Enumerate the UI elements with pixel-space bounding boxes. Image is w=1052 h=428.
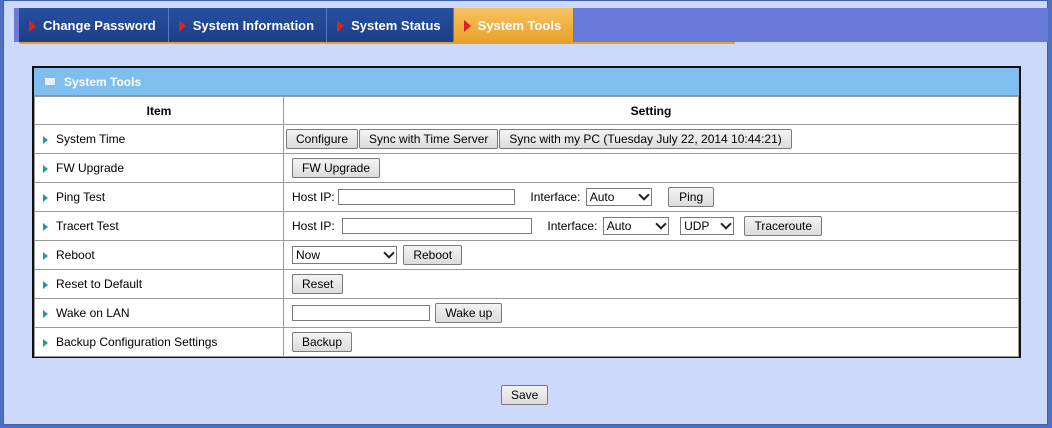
row-setting-cell: FW Upgrade: [283, 153, 1019, 183]
select-value: Now: [296, 248, 321, 262]
select-value: Auto: [606, 219, 632, 233]
reset-button[interactable]: Reset: [292, 274, 344, 294]
tracert-protocol-select[interactable]: UDP: [680, 217, 735, 235]
fw-upgrade-button[interactable]: FW Upgrade: [292, 158, 381, 178]
sync-time-server-button[interactable]: Sync with Time Server: [359, 129, 499, 149]
row-label-cell: Ping Test: [34, 182, 284, 212]
chevron-down-icon: [383, 247, 395, 259]
tab-underline: [19, 42, 735, 44]
tab-label: System Tools: [477, 17, 562, 33]
configure-button[interactable]: Configure: [286, 129, 359, 149]
tab-system-information[interactable]: System Information: [168, 8, 328, 42]
tab-label: System Status: [351, 17, 441, 33]
interface-label: Interface:: [547, 219, 598, 233]
row-setting-cell: Wake up: [283, 298, 1019, 328]
tracert-host-input[interactable]: [342, 218, 533, 234]
chevron-down-icon: [720, 218, 732, 230]
arrow-right-icon: [43, 222, 48, 231]
row-label: FW Upgrade: [56, 161, 125, 175]
save-button[interactable]: Save: [501, 385, 549, 405]
table-row: Wake on LAN Wake up: [34, 298, 1019, 328]
arrow-right-icon: [43, 338, 48, 347]
row-label-cell: System Time: [34, 124, 284, 154]
wake-up-button[interactable]: Wake up: [435, 303, 503, 323]
arrow-right-icon: [43, 164, 48, 173]
row-label: Tracert Test: [56, 219, 119, 233]
tab-label: Change Password: [43, 17, 156, 33]
row-setting-cell: Host IP: Interface: Auto UDP Traceroute: [283, 211, 1019, 241]
table-header-row: Item Setting: [34, 96, 1019, 125]
interface-label: Interface:: [530, 190, 581, 204]
table-row: Reset to Default Reset: [34, 269, 1019, 299]
arrow-right-icon: [43, 309, 48, 318]
row-label-cell: Backup Configuration Settings: [34, 327, 284, 357]
wake-on-lan-input[interactable]: [292, 305, 430, 321]
sync-with-pc-button[interactable]: Sync with my PC (Tuesday July 22, 2014 1…: [499, 129, 792, 149]
row-label: Backup Configuration Settings: [56, 335, 218, 349]
chevron-down-icon: [655, 218, 667, 230]
row-setting-cell: Backup: [283, 327, 1019, 357]
table-row: Backup Configuration Settings Backup: [34, 327, 1019, 357]
arrow-right-icon: [43, 251, 48, 260]
system-tools-panel: System Tools Item Setting System Time Co…: [32, 66, 1021, 358]
row-label: Wake on LAN: [56, 306, 130, 320]
table-row: Reboot Now Reboot: [34, 240, 1019, 270]
tab-system-status[interactable]: System Status: [327, 8, 454, 42]
row-setting-cell: Configure Sync with Time Server Sync with …: [283, 124, 1019, 154]
tracert-interface-select[interactable]: Auto: [602, 217, 669, 235]
reboot-when-select[interactable]: Now: [292, 246, 397, 264]
panel-icon: [44, 77, 56, 86]
row-label-cell: Reboot: [34, 240, 284, 270]
chevron-down-icon: [638, 189, 650, 201]
panel-title: System Tools: [64, 74, 142, 89]
select-value: UDP: [684, 219, 710, 233]
host-ip-label: Host IP:: [292, 190, 335, 204]
tab-list: Change Password System Information Syste…: [19, 8, 575, 42]
triangle-right-icon: [337, 20, 345, 32]
backup-button[interactable]: Backup: [292, 332, 353, 352]
host-ip-label: Host IP:: [292, 219, 335, 233]
row-label-cell: Reset to Default: [34, 269, 284, 299]
table-row: FW Upgrade FW Upgrade: [34, 153, 1019, 183]
row-label: Reboot: [56, 248, 95, 262]
triangle-right-icon: [178, 20, 186, 32]
tab-change-password[interactable]: Change Password: [19, 8, 169, 42]
row-label: Reset to Default: [56, 277, 143, 291]
panel-header: System Tools: [34, 68, 1019, 96]
row-setting-cell: Reset: [283, 269, 1019, 299]
row-label-cell: Wake on LAN: [34, 298, 284, 328]
traceroute-button[interactable]: Traceroute: [744, 216, 823, 236]
row-label-cell: Tracert Test: [34, 211, 284, 241]
arrow-right-icon: [43, 135, 48, 144]
ping-interface-select[interactable]: Auto: [585, 188, 652, 206]
settings-table: Item Setting System Time Configure Sync w…: [34, 96, 1019, 357]
row-label-cell: FW Upgrade: [34, 153, 284, 183]
reboot-button[interactable]: Reboot: [403, 245, 463, 265]
triangle-right-icon: [463, 20, 471, 32]
arrow-right-icon: [43, 193, 48, 202]
row-label: Ping Test: [56, 190, 106, 204]
row-setting-cell: Now Reboot: [283, 240, 1019, 270]
tab-system-tools[interactable]: System Tools: [453, 8, 575, 42]
row-label: System Time: [56, 132, 126, 146]
select-value: Auto: [589, 190, 615, 204]
ping-button[interactable]: Ping: [668, 187, 715, 207]
column-header-item: Item: [34, 96, 284, 125]
triangle-right-icon: [29, 20, 36, 32]
column-header-setting: Setting: [283, 96, 1019, 125]
ping-host-input[interactable]: [338, 189, 516, 205]
table-row: Tracert Test Host IP: Interface: Auto UD…: [34, 211, 1019, 241]
table-row: System Time Configure Sync with Time Serv…: [34, 124, 1019, 154]
arrow-right-icon: [43, 280, 48, 289]
table-row: Ping Test Host IP: Interface: Auto Ping: [34, 182, 1019, 212]
row-setting-cell: Host IP: Interface: Auto Ping: [283, 182, 1019, 212]
tab-label: System Information: [192, 17, 315, 33]
